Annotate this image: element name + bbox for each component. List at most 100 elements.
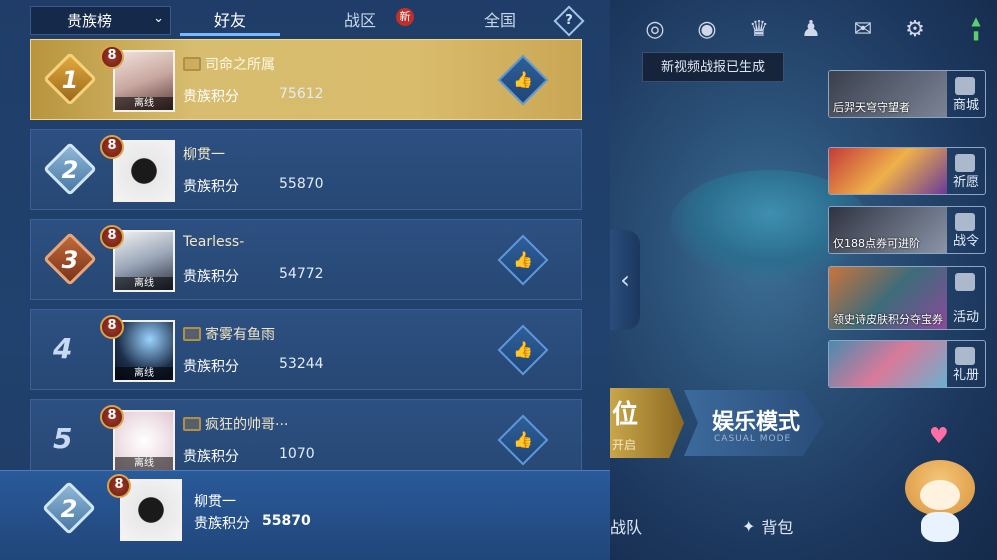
leaderboard-row[interactable]: 4 离线 8 寄雾有鱼雨 贵族积分 53244 👍 <box>30 309 582 390</box>
player-name-text: 寄雾有鱼雨 <box>205 327 275 343</box>
side-label: 活动 <box>952 310 979 325</box>
chevron-down-icon: ⌄ <box>153 11 164 26</box>
rank-badge-silver: 2 <box>42 481 96 537</box>
offline-tag: 离线 <box>115 457 173 470</box>
score-label: 贵族积分 <box>194 516 250 532</box>
replay-icon[interactable]: ◉ <box>692 14 722 44</box>
dropdown-label: 贵族榜 <box>67 12 113 30</box>
player-name: Tearless- <box>183 234 244 250</box>
side-item-event[interactable]: 领史诗皮肤积分夺宝券 活动 <box>828 266 986 330</box>
like-button[interactable]: 👍 <box>497 54 549 106</box>
side-item-gift[interactable]: 礼册 <box>828 340 986 388</box>
player-name: 司命之所属 <box>183 54 275 74</box>
video-report-toast: 新视频战报已生成 <box>642 52 784 82</box>
noble-level-badge: 8 <box>97 132 127 162</box>
rank-number: 1 <box>61 66 79 94</box>
level-number: 8 <box>107 408 117 423</box>
wifi-icon: ▲ ▮ <box>971 14 981 42</box>
mail-icon[interactable]: ✉ <box>848 14 878 44</box>
nav-team[interactable]: 战队 <box>610 514 642 538</box>
player-name-text: 柳贯一 <box>194 494 236 510</box>
score-value: 55870 <box>279 176 324 192</box>
side-item-shop[interactable]: 后羿天穹守望者 商城 <box>828 70 986 118</box>
board-type-dropdown[interactable]: 贵族榜 ⌄ <box>30 6 171 35</box>
side-label: 礼册 <box>952 368 979 383</box>
mode-title: 娱乐模式 <box>712 410 801 435</box>
leaderboard-row[interactable]: 1 离线 8 司命之所属 贵族积分 75612 👍 <box>30 39 582 120</box>
like-button[interactable]: 👍 <box>497 234 549 286</box>
score-label: 贵族积分 <box>183 179 239 195</box>
side-caption: 后羿天穹守望者 <box>833 101 910 114</box>
record-icon[interactable]: ◎ <box>640 14 670 44</box>
new-badge: 新 <box>396 8 414 26</box>
side-item-wish[interactable]: 祈愿 <box>828 147 986 195</box>
game-background: ◎ ◉ ♛ ♟ ✉ ⚙ ▲ ▮ 新视频战报已生成 后羿天穹守望者 商城 祈愿 仅1… <box>610 0 997 560</box>
leaderboard-row[interactable]: 5 离线 8 疯狂的帅哥··· 贵族积分 1070 👍 <box>30 399 582 480</box>
level-number: 8 <box>107 48 117 63</box>
noble-level-badge: 8 <box>97 222 127 252</box>
friends-icon[interactable]: ♟ <box>796 14 826 44</box>
rank-badge-gold: 1 <box>43 52 97 108</box>
side-caption: 仅188点券可进阶 <box>833 237 920 250</box>
score-label: 贵族积分 <box>183 89 239 105</box>
shop-icon <box>955 77 975 95</box>
wish-icon <box>955 154 975 172</box>
thumbs-up-icon: 👍 <box>513 340 533 359</box>
tab-zone[interactable]: 战区 <box>320 6 400 36</box>
self-rank-bar: 2 8 柳贯一 贵族积分 55870 <box>0 470 610 560</box>
mascot-assistant[interactable]: ♥ <box>895 420 985 550</box>
like-button[interactable]: 👍 <box>497 324 549 376</box>
mode-title: 位 <box>612 400 639 430</box>
level-number: 8 <box>114 477 124 492</box>
help-icon[interactable]: ? <box>553 5 585 37</box>
noble-level-badge: 8 <box>97 312 127 342</box>
player-name-text: 柳贯一 <box>183 147 225 163</box>
player-name: 寄雾有鱼雨 <box>183 324 275 344</box>
mascot-face <box>920 480 960 510</box>
rank-number: 5 <box>53 422 73 455</box>
tab-national[interactable]: 全国 <box>460 6 540 36</box>
side-item-pass[interactable]: 仅188点券可进阶 战令 <box>828 206 986 254</box>
settings-gear-icon[interactable]: ⚙ <box>900 14 930 44</box>
score-value: 1070 <box>279 446 315 462</box>
tab-friends[interactable]: 好友 <box>180 6 280 36</box>
thumbs-up-icon: 👍 <box>513 430 533 449</box>
pass-icon <box>955 213 975 231</box>
nav-label: 背包 <box>761 518 794 537</box>
noble-level-badge: 8 <box>97 402 127 432</box>
score-value: 55870 <box>262 513 311 529</box>
leaderboard-row[interactable]: 3 离线 8 Tearless- 贵族积分 54772 👍 <box>30 219 582 300</box>
mascot-body <box>921 512 959 542</box>
top-icon-bar: ◎ ◉ ♛ ♟ ✉ ⚙ <box>640 14 930 44</box>
heart-icon: ♥ <box>929 424 949 449</box>
gift-icon <box>955 347 975 365</box>
nav-bag[interactable]: ✦ 背包 <box>742 514 793 538</box>
score-value: 54772 <box>279 266 324 282</box>
rank-number: 2 <box>60 495 78 523</box>
player-name-text: 疯狂的帅哥··· <box>205 417 289 433</box>
mode-sub: CASUAL MODE <box>714 434 792 444</box>
ranked-mode-button[interactable]: 位 开启 <box>610 388 684 458</box>
name-card-icon <box>183 327 201 341</box>
wish-image <box>829 148 947 194</box>
player-name: 柳贯一 <box>183 144 225 164</box>
noble-level-badge: 8 <box>104 471 134 501</box>
side-label: 商城 <box>952 98 979 113</box>
score-label: 贵族积分 <box>183 449 239 465</box>
leaderboard-row[interactable]: 2 8 柳贯一 贵族积分 55870 <box>30 129 582 210</box>
rank-badge-silver: 2 <box>43 142 97 198</box>
collapse-panel-button[interactable]: ‹ <box>610 230 640 330</box>
rank-number: 3 <box>61 246 79 274</box>
tab-bar: 贵族榜 ⌄ 好友 战区 新 全国 ? <box>30 5 585 37</box>
rank-number: 4 <box>53 332 73 365</box>
offline-tag: 离线 <box>115 277 173 290</box>
name-card-icon <box>183 417 201 431</box>
like-button[interactable]: 👍 <box>497 414 549 466</box>
offline-tag: 离线 <box>115 367 173 380</box>
rank-number: 2 <box>61 156 79 184</box>
player-name: 疯狂的帅哥··· <box>183 414 288 434</box>
score-label: 贵族积分 <box>183 269 239 285</box>
casual-mode-button[interactable]: 娱乐模式 CASUAL MODE <box>684 390 824 456</box>
side-label: 战令 <box>952 234 979 249</box>
trophy-icon[interactable]: ♛ <box>744 14 774 44</box>
